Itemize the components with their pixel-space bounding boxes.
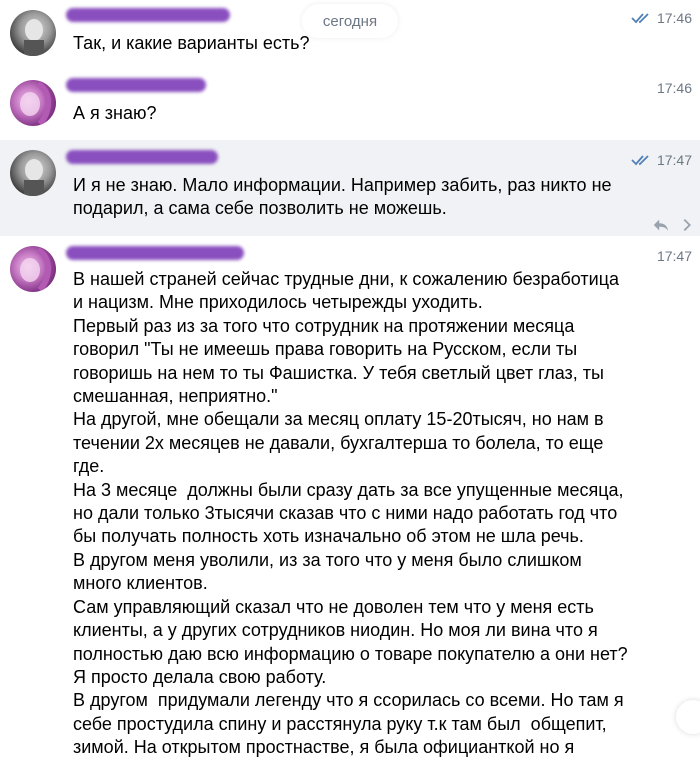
double-check-icon <box>631 13 649 24</box>
message-time[interactable]: 17:47 <box>657 248 692 264</box>
message-text: В нашей страней сейчас трудные дни, к со… <box>73 269 628 758</box>
sender-name-redacted <box>66 78 206 92</box>
more-icon[interactable] <box>676 214 698 236</box>
message-text: А я знаю? <box>73 103 157 123</box>
reply-icon[interactable] <box>650 214 672 236</box>
avatar[interactable] <box>10 10 56 56</box>
avatar[interactable] <box>10 246 56 292</box>
time-label: 17:47 <box>656 152 692 168</box>
message-row[interactable]: В нашей страней сейчас трудные дни, к со… <box>0 236 700 757</box>
message-row[interactable]: А я знаю? 17:46 <box>0 70 700 140</box>
message-time[interactable]: 17:47 <box>631 152 692 168</box>
date-separator: сегодня <box>302 4 398 38</box>
message-text: И я не знаю. Мало информации. Например з… <box>73 175 617 219</box>
avatar[interactable] <box>10 150 56 196</box>
sender-name-redacted <box>66 8 230 22</box>
double-check-icon <box>631 155 649 166</box>
time-label: 17:46 <box>656 10 692 26</box>
message-time[interactable]: 17:46 <box>631 10 692 26</box>
avatar[interactable] <box>10 80 56 126</box>
message-time[interactable]: 17:46 <box>657 80 692 96</box>
time-label: 17:46 <box>656 80 692 96</box>
sender-name-redacted <box>66 246 244 260</box>
sender-name-redacted <box>66 150 218 164</box>
time-label: 17:47 <box>656 248 692 264</box>
message-row-highlighted[interactable]: И я не знаю. Мало информации. Например з… <box>0 140 700 236</box>
